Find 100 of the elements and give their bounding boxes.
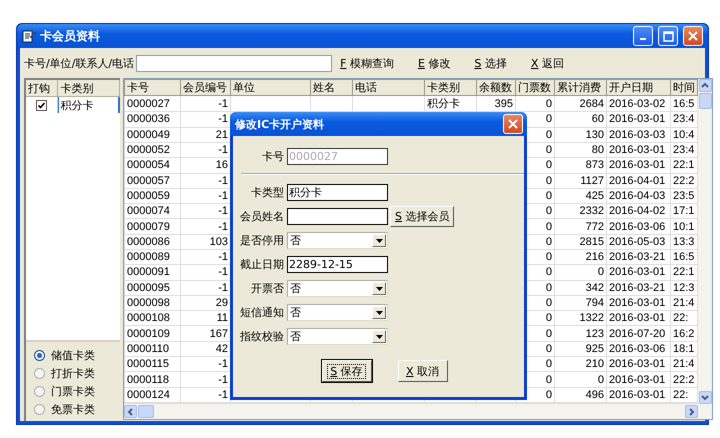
column-header[interactable]: 姓名 bbox=[310, 80, 352, 96]
search-field[interactable] bbox=[136, 54, 332, 72]
dropdown[interactable]: 否 bbox=[287, 232, 388, 249]
column-header[interactable]: 单位 bbox=[230, 80, 310, 96]
table-cell: 210 bbox=[554, 356, 606, 372]
table-cell: 0000057 bbox=[124, 173, 180, 188]
table-cell: 0000074 bbox=[124, 204, 180, 219]
table-cell: 2016-04-03 bbox=[606, 188, 670, 204]
toolbar-button[interactable]: F 模糊查询 bbox=[340, 56, 404, 70]
table-cell: 0000098 bbox=[124, 295, 180, 311]
table-cell: 0000089 bbox=[124, 249, 180, 265]
toolbar-button[interactable]: E 修改 bbox=[418, 56, 460, 70]
table-cell: 2016-03-01 bbox=[606, 112, 670, 128]
table-cell: 0000086 bbox=[124, 234, 180, 250]
dropdown[interactable]: 否 bbox=[287, 304, 388, 321]
table-cell: 2016-03-02 bbox=[606, 96, 670, 112]
field-label: 卡号 bbox=[261, 149, 284, 164]
dropdown-arrow-icon[interactable] bbox=[376, 310, 382, 314]
table-cell: 2815 bbox=[554, 234, 606, 250]
table-cell: -1 bbox=[180, 96, 230, 112]
table-cell: 0 bbox=[516, 96, 554, 112]
table-cell: 2016-03-06 bbox=[606, 341, 670, 357]
field-label: 卡类型 bbox=[250, 185, 284, 200]
radio-option[interactable]: 储值卡类 bbox=[34, 348, 116, 363]
table-cell: 123 bbox=[554, 326, 606, 342]
table-cell: 0000054 bbox=[124, 158, 180, 173]
column-header[interactable]: 卡号 bbox=[124, 80, 180, 96]
close-button[interactable] bbox=[683, 26, 703, 46]
minimize-button[interactable] bbox=[633, 26, 653, 46]
table-cell: 216 bbox=[554, 249, 606, 265]
table-cell: 0000118 bbox=[124, 372, 180, 388]
column-header[interactable]: 电话 bbox=[352, 80, 424, 96]
input-field[interactable]: 积分卡 bbox=[287, 184, 388, 201]
table-cell: 772 bbox=[554, 218, 606, 234]
table-cell: 342 bbox=[554, 280, 606, 296]
radio-option[interactable]: 门票卡类 bbox=[34, 384, 116, 399]
column-header[interactable]: 余额数 bbox=[476, 80, 516, 96]
scroll-thumb[interactable] bbox=[138, 405, 154, 418]
table-cell: 0000059 bbox=[124, 188, 180, 204]
table-cell: 2016-03-01 bbox=[606, 356, 670, 372]
field-label: 开票否 bbox=[250, 281, 284, 296]
table-cell: 1127 bbox=[554, 173, 606, 188]
maximize-icon[interactable] bbox=[662, 30, 674, 42]
dialog-button[interactable]: X 取消 bbox=[398, 360, 448, 382]
table-cell: 130 bbox=[554, 127, 606, 142]
table-cell: 1322 bbox=[554, 310, 606, 326]
table-cell: 0000036 bbox=[124, 112, 180, 128]
table-cell: 2016-03-01 bbox=[606, 295, 670, 311]
table-cell: 2332 bbox=[554, 204, 606, 219]
table-cell: 2684 bbox=[554, 96, 606, 112]
table-cell: 2016-03-01 bbox=[606, 142, 670, 158]
table-cell: 80 bbox=[554, 142, 606, 158]
table-cell: 2016-03-01 bbox=[606, 264, 670, 280]
dropdown-arrow-icon[interactable] bbox=[376, 334, 382, 338]
select-member-button[interactable]: S 选择会员 bbox=[390, 206, 454, 227]
radio-option[interactable]: 免票卡类 bbox=[34, 402, 116, 417]
vertical-scrollbar[interactable] bbox=[698, 79, 712, 419]
field-label: 截止日期 bbox=[239, 257, 284, 272]
dropdown[interactable]: 否 bbox=[287, 280, 388, 297]
table-cell: 2016-03-01 bbox=[606, 158, 670, 173]
table-cell: 0000108 bbox=[124, 310, 180, 326]
notepad-icon bbox=[22, 29, 36, 43]
column-header[interactable]: 卡类别 bbox=[424, 80, 476, 96]
table-cell: 0000079 bbox=[124, 218, 180, 234]
close-button[interactable] bbox=[503, 114, 523, 134]
table-cell: 0000110 bbox=[124, 341, 180, 357]
table-cell: 积分卡 bbox=[58, 97, 120, 113]
close-icon[interactable] bbox=[508, 119, 518, 129]
column-header[interactable]: 时间 bbox=[670, 80, 698, 96]
column-header[interactable]: 会员编号 bbox=[180, 80, 230, 96]
dropdown-arrow-icon[interactable] bbox=[376, 286, 382, 290]
table-cell: 0000052 bbox=[124, 142, 180, 158]
input-field[interactable] bbox=[287, 208, 388, 225]
column-header[interactable]: 累计消费 bbox=[554, 80, 606, 96]
dialog-button[interactable]: S 保存 bbox=[322, 360, 372, 382]
checkbox[interactable] bbox=[36, 100, 47, 110]
table-cell: 873 bbox=[554, 158, 606, 173]
table-cell: 2016-05-03 bbox=[606, 234, 670, 250]
column-header: 打钩 bbox=[26, 80, 58, 97]
scroll-thumb[interactable] bbox=[698, 93, 712, 109]
table-cell: 60 bbox=[554, 112, 606, 128]
table-cell: 0000091 bbox=[124, 264, 180, 280]
field-label: 短信通知 bbox=[239, 305, 284, 320]
toolbar-button[interactable]: S 选择 bbox=[474, 56, 517, 70]
table-cell: 794 bbox=[554, 295, 606, 311]
horizontal-scrollbar[interactable] bbox=[124, 403, 698, 419]
table-cell: 0000115 bbox=[124, 356, 180, 372]
table-cell: 0000109 bbox=[124, 326, 180, 342]
column-header[interactable]: 门票数 bbox=[516, 80, 554, 96]
toolbar-button[interactable]: X 返回 bbox=[530, 56, 574, 70]
column-header[interactable]: 开户日期 bbox=[606, 80, 670, 96]
table-cell: 2016-03-03 bbox=[606, 127, 670, 142]
maximize-button[interactable] bbox=[658, 26, 678, 46]
close-icon[interactable] bbox=[688, 31, 698, 41]
dropdown[interactable]: 否 bbox=[287, 328, 388, 345]
input-field[interactable]: 2289-12-15 bbox=[287, 256, 388, 273]
dropdown-arrow-icon[interactable] bbox=[376, 238, 382, 242]
field-label: 指纹校验 bbox=[239, 329, 284, 344]
radio-option[interactable]: 打折卡类 bbox=[34, 366, 116, 381]
table-cell: 0 bbox=[554, 372, 606, 388]
